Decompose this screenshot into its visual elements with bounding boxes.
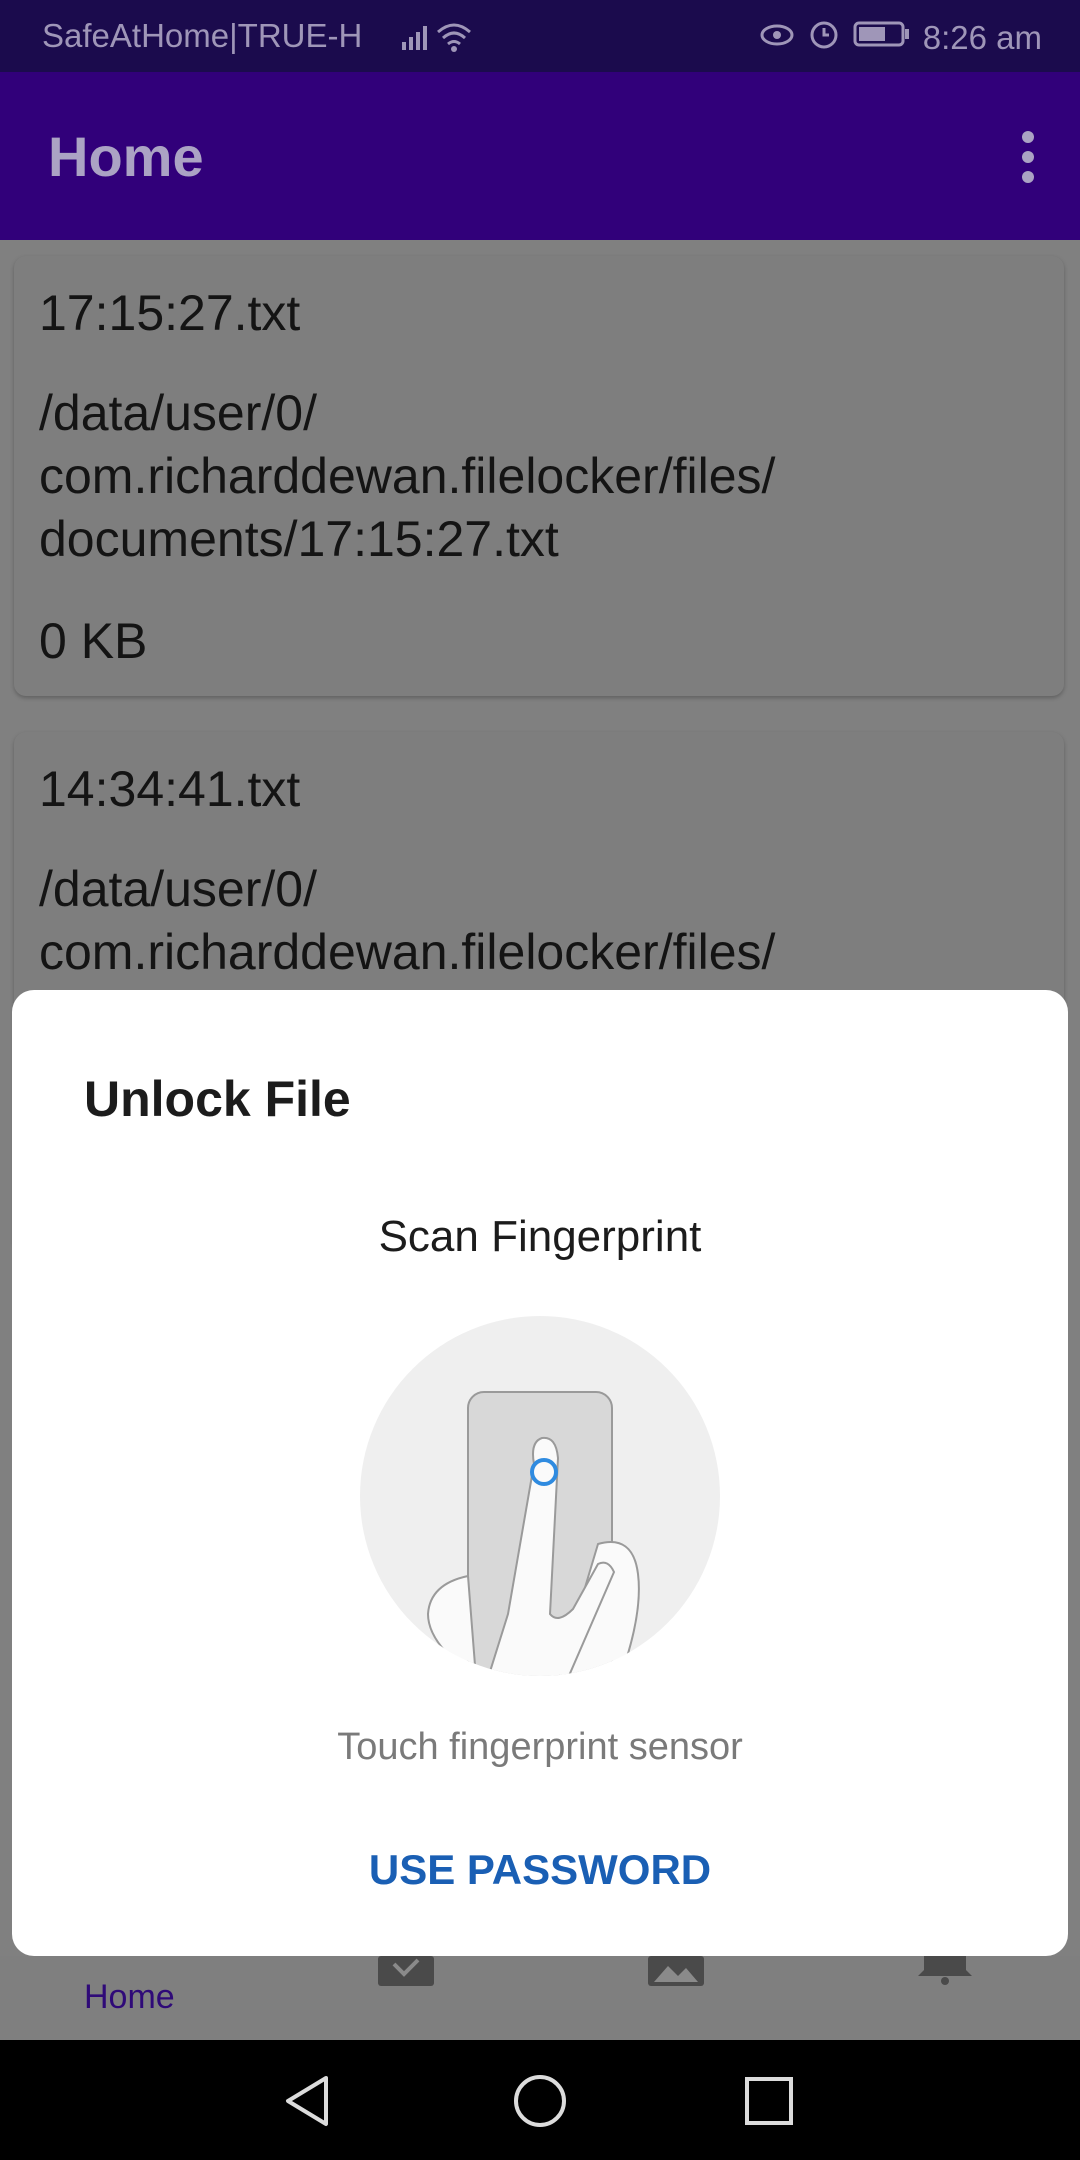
document-check-icon[interactable]: [378, 1956, 434, 1991]
carrier-label: SafeAtHome|TRUE-H: [42, 17, 363, 54]
dialog-hint: Touch fingerprint sensor: [337, 1726, 743, 1768]
file-path-line: com.richarddewan.filelocker/files/: [39, 448, 776, 504]
image-icon[interactable]: [648, 1956, 704, 1991]
screen: SafeAtHome|TRUE-H 8:26 am Home 17:15:27.…: [0, 0, 1080, 2160]
dialog-title: Unlock File: [84, 1071, 351, 1127]
battery-icon: [853, 19, 911, 57]
status-bar: SafeAtHome|TRUE-H 8:26 am: [0, 0, 1080, 72]
fingerprint-sensor-illustration: [358, 1314, 722, 1678]
file-path-line: /data/user/0/: [39, 861, 317, 917]
file-size: 0 KB: [39, 613, 148, 669]
file-path: /data/user/0/ com.richarddewan.filelocke…: [39, 858, 1039, 984]
file-name: 14:34:41.txt: [39, 761, 301, 817]
file-path-line: com.richarddewan.filelocker/files/: [39, 924, 776, 980]
system-navigation-bar: [0, 2040, 1080, 2160]
status-right: 8:26 am: [759, 17, 1042, 59]
bottom-navigation: Home: [0, 1956, 1080, 2040]
dialog-subtitle: Scan Fingerprint: [378, 1212, 702, 1261]
recents-icon[interactable]: [744, 2076, 794, 2131]
page-title: Home: [48, 125, 204, 188]
unlock-dialog: Unlock File Scan Fingerprint Touch finge…: [12, 990, 1068, 1956]
signal-wifi-icons: [402, 20, 472, 62]
use-password-button[interactable]: USE PASSWORD: [12, 1846, 1068, 1894]
app-bar: Home: [0, 72, 1080, 240]
alarm-icon: [807, 17, 841, 59]
bell-icon[interactable]: [918, 1956, 972, 1991]
home-circle-icon[interactable]: [512, 2073, 568, 2134]
file-path-line: /data/user/0/: [39, 385, 317, 441]
file-path-line: documents/17:15:27.txt: [39, 511, 559, 567]
overflow-menu-icon[interactable]: [1008, 127, 1048, 187]
list-item[interactable]: 17:15:27.txt /data/user/0/ com.richardde…: [14, 256, 1064, 696]
nav-home-label[interactable]: Home: [84, 1978, 175, 2017]
file-path: /data/user/0/ com.richarddewan.filelocke…: [39, 382, 1039, 571]
back-icon[interactable]: [282, 2074, 332, 2133]
eye-icon: [759, 19, 795, 57]
file-name: 17:15:27.txt: [39, 285, 301, 341]
clock-time: 8:26 am: [922, 19, 1042, 56]
